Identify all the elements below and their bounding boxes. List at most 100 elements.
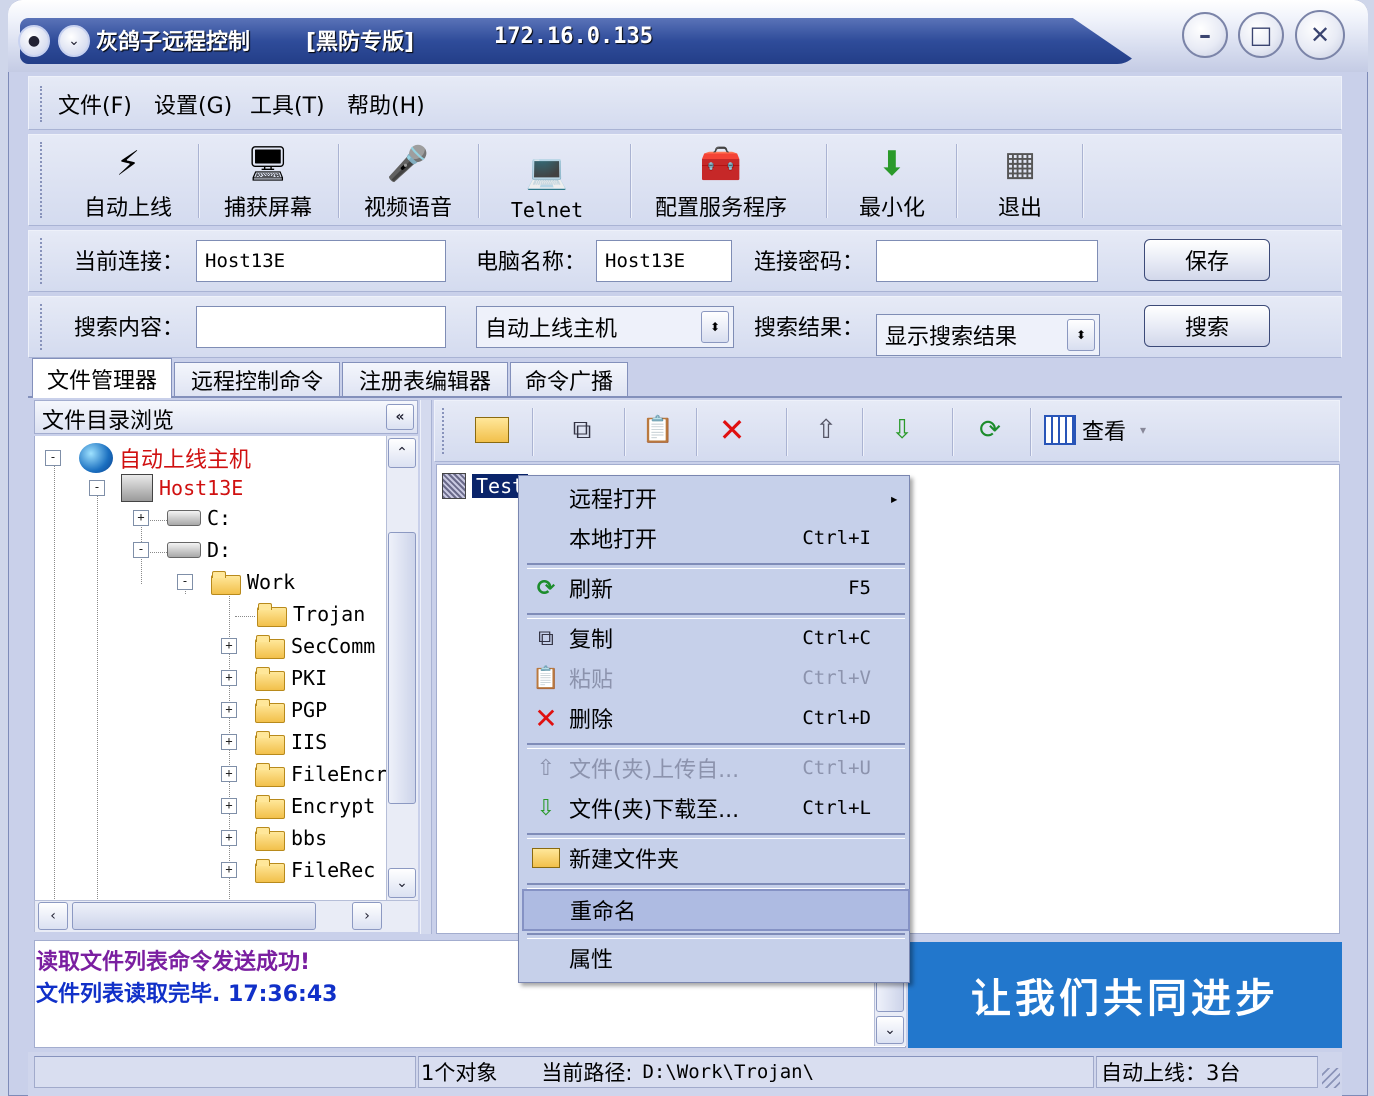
- expand-icon[interactable]: +: [221, 734, 237, 750]
- expand-icon[interactable]: +: [221, 670, 237, 686]
- capture-screen-button[interactable]: 🖥 捕获屏幕: [198, 138, 338, 222]
- file-toolbar-grip[interactable]: [442, 408, 448, 454]
- tab-command-broadcast[interactable]: 命令广播: [510, 362, 628, 396]
- scroll-up-icon[interactable]: ⌃: [388, 438, 416, 468]
- search-content-input[interactable]: [196, 306, 446, 348]
- tree-node-work[interactable]: - Work: [177, 570, 295, 595]
- up-folder-button[interactable]: [472, 410, 512, 450]
- resize-grip-icon[interactable]: [1322, 1068, 1340, 1088]
- search-scope-select[interactable]: 自动上线主机 ⬍: [476, 306, 734, 348]
- tree-node-seccomm[interactable]: + SecComm: [221, 634, 375, 659]
- panel-splitter[interactable]: [420, 400, 432, 934]
- menu-item-label: 远程打开: [569, 488, 658, 513]
- menu-item-properties[interactable]: 属性: [525, 939, 905, 977]
- tab-file-manager[interactable]: 文件管理器: [32, 358, 172, 398]
- view-label: 查看: [1082, 420, 1127, 445]
- menu-item-paste[interactable]: 📋 粘贴 Ctrl+V: [525, 659, 905, 697]
- tree-scroll-thumb[interactable]: [388, 532, 416, 804]
- collapse-icon[interactable]: -: [133, 542, 149, 558]
- drive-icon: [167, 510, 201, 526]
- tree-node-label: PGP: [291, 698, 328, 722]
- expand-icon[interactable]: +: [221, 638, 237, 654]
- tree-node-filerec[interactable]: + FileRec: [221, 858, 375, 883]
- tree-node-bbs[interactable]: + bbs: [221, 826, 327, 851]
- search-button[interactable]: 搜索: [1144, 305, 1270, 347]
- toolbar-grip[interactable]: [40, 142, 46, 218]
- scroll-left-icon[interactable]: ‹: [38, 902, 68, 930]
- log-line: 文件列表读取完毕. 17:36:43: [36, 982, 338, 1007]
- minimize-button[interactable]: –: [1182, 12, 1228, 58]
- scroll-down-icon[interactable]: ⌄: [876, 1016, 904, 1044]
- current-connection-input[interactable]: Host13E: [196, 240, 446, 282]
- paste-button[interactable]: 📋: [638, 410, 678, 450]
- video-voice-button[interactable]: 🎤 视频语音: [338, 138, 478, 222]
- download-button[interactable]: ⇩: [882, 410, 922, 450]
- menu-item-download[interactable]: ⇩ 文件(夹)下载至... Ctrl+L: [525, 789, 905, 827]
- menu-item-copy[interactable]: ⧉ 复制 Ctrl+C: [525, 619, 905, 657]
- expand-icon[interactable]: +: [221, 702, 237, 718]
- copy-button[interactable]: ⧉: [562, 410, 602, 450]
- search-grip[interactable]: [40, 304, 46, 350]
- refresh-button[interactable]: ⟳: [970, 410, 1010, 450]
- expand-icon[interactable]: +: [221, 798, 237, 814]
- auto-online-button[interactable]: ⚡ 自动上线: [58, 138, 198, 222]
- banner: 让我们共同进步: [908, 942, 1342, 1048]
- collapse-icon[interactable]: -: [177, 574, 193, 590]
- log-scroll-thumb[interactable]: [876, 980, 904, 1012]
- scroll-down-icon[interactable]: ⌄: [388, 868, 416, 898]
- close-button[interactable]: ✕: [1295, 10, 1345, 60]
- minimize-tool-button[interactable]: ⬇ 最小化: [828, 138, 956, 222]
- tree-node-auto-online[interactable]: - 自动上线主机: [45, 442, 251, 474]
- tree-node-trojan[interactable]: Trojan: [257, 602, 365, 627]
- menu-file[interactable]: 文件(F): [58, 88, 132, 120]
- system-menu-icon[interactable]: ●: [18, 25, 50, 57]
- menu-tools[interactable]: 工具(T): [250, 88, 325, 120]
- tree-node-drive-d[interactable]: - D:: [133, 538, 231, 562]
- connection-grip[interactable]: [40, 238, 46, 284]
- collapse-icon[interactable]: -: [89, 480, 105, 496]
- menu-item-local-open[interactable]: 本地打开 Ctrl+I: [525, 519, 905, 557]
- delete-button[interactable]: ✕: [712, 410, 752, 450]
- menu-item-new-folder[interactable]: 新建文件夹: [525, 839, 905, 877]
- file-item[interactable]: Test: [442, 472, 530, 500]
- tree-hscroll-thumb[interactable]: [72, 902, 316, 930]
- expand-icon[interactable]: +: [221, 830, 237, 846]
- expand-icon[interactable]: +: [221, 862, 237, 878]
- menu-item-delete[interactable]: ✕ 删除 Ctrl+D: [525, 699, 905, 737]
- tree-node-drive-c[interactable]: + C:: [133, 506, 231, 530]
- upload-button[interactable]: ⇧: [806, 410, 846, 450]
- rollup-icon[interactable]: ⌄: [58, 25, 90, 57]
- menu-item-upload[interactable]: ⇧ 文件(夹)上传自... Ctrl+U: [525, 749, 905, 787]
- save-button[interactable]: 保存: [1144, 239, 1270, 281]
- tree-node-host[interactable]: - Host13E: [89, 474, 243, 502]
- tree-node-iis[interactable]: + IIS: [221, 730, 327, 755]
- scroll-right-icon[interactable]: ›: [352, 902, 382, 930]
- menu-settings[interactable]: 设置(G): [154, 88, 232, 120]
- menu-item-rename[interactable]: 重命名: [522, 889, 910, 931]
- tab-remote-commands[interactable]: 远程控制命令: [174, 362, 340, 396]
- menu-bar-grip[interactable]: [40, 86, 46, 122]
- collapse-icon[interactable]: -: [45, 450, 61, 466]
- tree-node-encrypt[interactable]: + Encrypt: [221, 794, 375, 819]
- connection-password-input[interactable]: [876, 240, 1098, 282]
- computer-name-input[interactable]: Host13E: [596, 240, 732, 282]
- menu-help[interactable]: 帮助(H): [347, 88, 425, 120]
- expand-icon[interactable]: +: [221, 766, 237, 782]
- expand-icon[interactable]: +: [133, 510, 149, 526]
- tree-node-pgp[interactable]: + PGP: [221, 698, 328, 723]
- tab-registry-editor[interactable]: 注册表编辑器: [342, 362, 508, 396]
- tree-collapse-button[interactable]: «: [386, 404, 414, 430]
- select-arrow-icon[interactable]: ⬍: [1067, 319, 1095, 351]
- exit-button[interactable]: ▦ 退出: [958, 138, 1082, 222]
- maximize-button[interactable]: □: [1238, 12, 1284, 58]
- telnet-button[interactable]: 💻 Telnet: [478, 138, 616, 222]
- tree-node-fileencr[interactable]: + FileEncr: [221, 762, 386, 787]
- chevron-down-icon[interactable]: ▾: [1140, 423, 1146, 437]
- menu-item-remote-open[interactable]: 远程打开 ▸: [525, 479, 905, 517]
- view-button[interactable]: 查看 ▾: [1044, 412, 1146, 448]
- tree-node-pki[interactable]: + PKI: [221, 666, 327, 691]
- menu-item-refresh[interactable]: ⟳ 刷新 F5: [525, 569, 905, 607]
- select-arrow-icon[interactable]: ⬍: [701, 311, 729, 343]
- config-service-button[interactable]: 🧰 配置服务程序: [632, 138, 810, 222]
- search-result-select[interactable]: 显示搜索结果 ⬍: [876, 314, 1100, 356]
